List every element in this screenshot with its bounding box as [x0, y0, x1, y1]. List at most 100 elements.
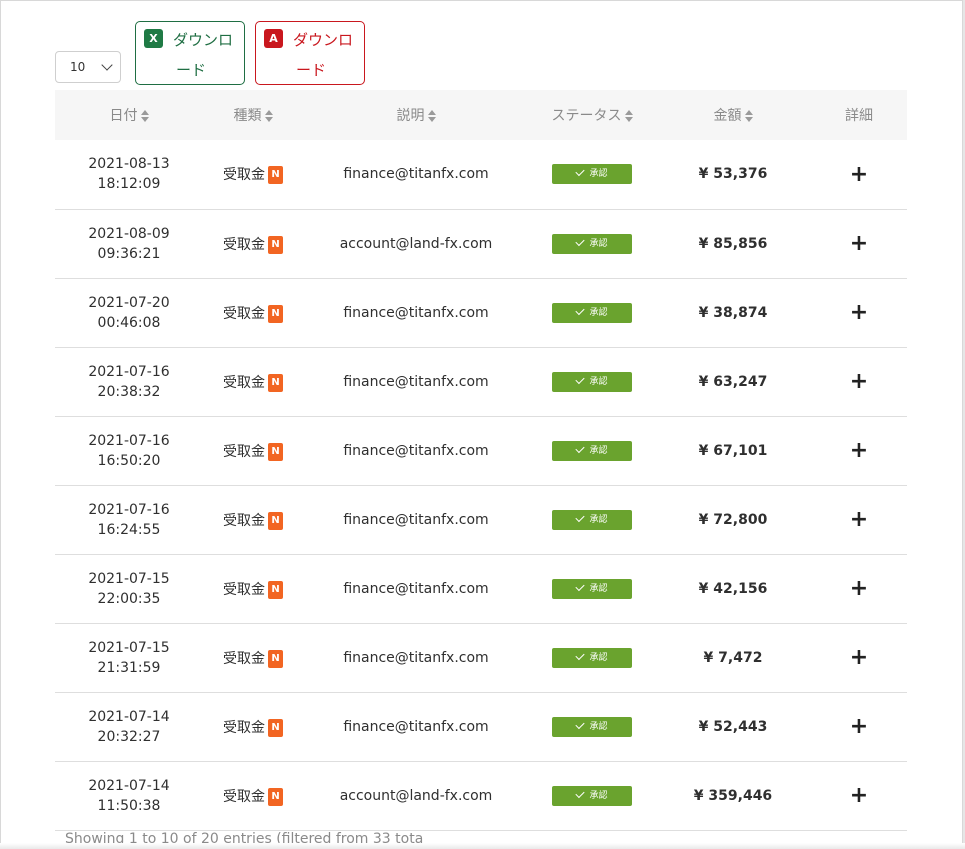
expand-plus-icon[interactable]: + — [850, 162, 868, 187]
page-length-value: 10 — [70, 60, 86, 74]
time-text: 21:31:59 — [97, 659, 161, 676]
status-badge: 承認 — [552, 233, 632, 254]
time-text: 09:36:21 — [97, 245, 161, 262]
sort-icon — [744, 110, 753, 122]
bottom-edge-shadow — [0, 843, 965, 849]
new-badge: N — [268, 787, 283, 806]
description-cell: finance@titanfx.com — [343, 304, 489, 321]
status-cell: 承認 — [529, 692, 655, 761]
status-cell: 承認 — [529, 209, 655, 278]
excel-download-button[interactable]: X ダウンロード — [135, 21, 245, 85]
status-text: 承認 — [589, 307, 608, 318]
amount-cell: ¥ 52,443 — [698, 718, 768, 735]
status-badge: 承認 — [552, 440, 632, 461]
type-cell: 受取金 N — [203, 278, 303, 347]
status-cell: 承認 — [529, 623, 655, 692]
detail-cell: + — [811, 623, 907, 692]
detail-cell: + — [811, 485, 907, 554]
column-header-date[interactable]: 日付 — [55, 90, 203, 140]
type-text: 受取金 — [223, 788, 265, 805]
amount-cell: ¥ 359,446 — [693, 787, 773, 804]
check-icon — [575, 236, 586, 246]
description-cell: finance@titanfx.com — [343, 511, 489, 528]
expand-plus-icon[interactable]: + — [850, 714, 868, 739]
detail-cell: + — [811, 140, 907, 209]
check-icon — [575, 374, 586, 384]
status-text: 承認 — [589, 238, 608, 249]
status-text: 承認 — [589, 169, 608, 180]
description-cell: finance@titanfx.com — [343, 580, 489, 597]
column-header-description[interactable]: 説明 — [303, 90, 529, 140]
table-row: 2021-07-16 20:38:32 受取金 Nfinance@titanfx.co… — [55, 347, 907, 416]
new-badge: N — [268, 511, 283, 530]
new-badge: N — [268, 166, 283, 185]
detail-cell: + — [811, 278, 907, 347]
date-text: 2021-07-14 — [88, 708, 170, 725]
description-cell: account@land-fx.com — [339, 235, 493, 252]
date-cell: 2021-08-13 18:12:09 — [55, 140, 203, 209]
table-row: 2021-07-20 00:46:08 受取金 N finance@titanfx.co… — [55, 278, 907, 347]
date-cell: 2021-08-09 09:36:21 — [55, 209, 203, 278]
expand-plus-icon[interactable]: + — [850, 783, 868, 808]
detail-cell: + — [811, 347, 907, 416]
excel-download-label: ダウンロード — [172, 31, 233, 79]
status-cell: 承認 — [529, 554, 655, 623]
check-icon — [575, 167, 586, 177]
amount-cell: ¥ 42,156 — [698, 580, 768, 597]
table-row: 2021-07-14 20:32:27 受取金 Nfinance@titanfx.co… — [55, 692, 907, 761]
status-cell: 承認 — [529, 140, 655, 209]
sort-icon — [427, 110, 436, 122]
expand-plus-icon[interactable]: + — [850, 645, 868, 670]
new-badge: N — [268, 718, 283, 737]
table-row: 2021-07-16 16:50:20 受取金 Nfinance@titanfx.co… — [55, 416, 907, 485]
transactions-table: 日付 種類 説明 ステータス 金額 詳細 2021-08-13 18:12:09 受… — [55, 90, 907, 831]
status-badge: 承認 — [552, 578, 632, 599]
expand-plus-icon[interactable]: + — [850, 576, 868, 601]
pdf-download-button[interactable]: A ダウンロード — [255, 21, 365, 85]
type-text: 受取金 — [223, 719, 265, 736]
date-cell: 2021-07-20 00:46:08 — [55, 278, 203, 347]
sort-icon — [624, 110, 633, 122]
status-text: 承認 — [589, 790, 608, 801]
description-cell: finance@titanfx.com — [343, 166, 489, 183]
new-badge: N — [268, 580, 283, 599]
type-text: 受取金 — [223, 167, 265, 184]
column-header-amount[interactable]: 金額 — [655, 90, 811, 140]
expand-plus-icon[interactable]: + — [850, 369, 868, 394]
status-text: 承認 — [589, 445, 608, 456]
status-cell: 承認 — [529, 416, 655, 485]
expand-plus-icon[interactable]: + — [850, 507, 868, 532]
expand-plus-icon[interactable]: + — [850, 231, 868, 256]
table-header-row: 日付 種類 説明 ステータス 金額 詳細 — [55, 90, 907, 140]
status-cell: 承認 — [529, 278, 655, 347]
date-cell: 2021-07-16 16:50:20 — [55, 416, 203, 485]
column-header-status[interactable]: ステータス — [529, 90, 655, 140]
date-text: 2021-08-09 — [88, 225, 170, 242]
expand-plus-icon[interactable]: + — [850, 438, 868, 463]
time-text: 22:00:35 — [97, 590, 161, 607]
page-length-select[interactable]: 10 — [55, 51, 121, 83]
amount-cell: ¥ 85,856 — [698, 235, 768, 252]
time-text: 20:38:32 — [97, 383, 161, 400]
amount-cell: ¥ 72,800 — [698, 511, 768, 528]
check-icon — [575, 788, 586, 798]
detail-cell: + — [811, 554, 907, 623]
expand-plus-icon[interactable]: + — [850, 300, 868, 325]
type-cell: 受取金 N — [203, 554, 303, 623]
amount-cell: ¥ 7,472 — [703, 649, 763, 666]
type-text: 受取金 — [223, 443, 265, 460]
table-row: 2021-07-14 11:50:38 受取金 Naccount@land-fx.co… — [55, 761, 907, 830]
date-cell: 2021-07-16 16:24:55 — [55, 485, 203, 554]
description-cell: finance@titanfx.com — [343, 442, 489, 459]
status-badge: 承認 — [552, 371, 632, 392]
column-header-type[interactable]: 種類 — [203, 90, 303, 140]
status-cell: 承認 — [529, 347, 655, 416]
check-icon — [575, 581, 586, 591]
pdf-download-label: ダウンロード — [292, 31, 353, 79]
status-badge: 承認 — [552, 785, 632, 806]
check-icon — [575, 650, 586, 660]
detail-cell: + — [811, 416, 907, 485]
type-cell: 受取金 N — [203, 209, 303, 278]
type-text: 受取金 — [223, 512, 265, 529]
amount-cell: ¥ 53,376 — [698, 166, 768, 183]
